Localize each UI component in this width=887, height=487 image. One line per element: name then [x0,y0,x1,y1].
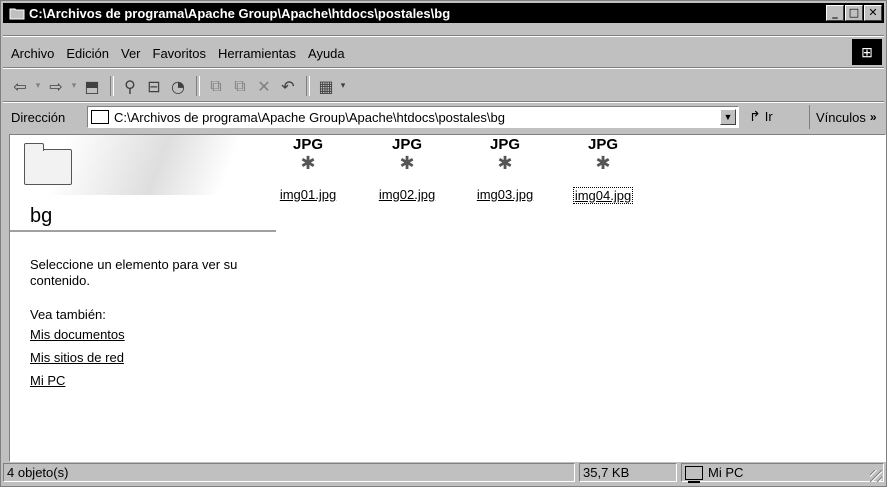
panel-prompt: Seleccione un elemento para ver su conte… [30,257,238,288]
folders-icon[interactable]: ⊟ [143,75,165,97]
standard-toolbar: ⇦ ▾ ⇨ ▾ ⬒ ⚲ ⊟ ◔ ⧉ ⧉ ✕ ↶ ▦ ▾ [9,73,349,99]
up-folder-icon[interactable]: ⬒ [81,75,103,97]
computer-icon [685,465,703,483]
status-location-label: Mi PC [708,465,744,480]
links-button[interactable]: Vínculos » [809,105,877,129]
links-label: Vínculos [816,109,866,125]
toolbar-separator [306,76,310,96]
title-bar[interactable]: C:\Archivos de programa\Apache Group\Apa… [3,3,884,23]
file-type-label: JPG [489,136,520,153]
go-arrow-icon: ↱ [749,108,761,124]
jpg-file-icon: JPG ✱ [288,137,328,175]
back-dropdown-icon[interactable]: ▾ [33,75,43,97]
band-divider [3,67,884,69]
history-icon[interactable]: ◔ [167,75,189,97]
folder-name: bg [30,205,53,227]
move-to-icon[interactable]: ⧉ [205,75,227,97]
web-view-panel: bg Seleccione un elemento para ver su co… [10,135,278,461]
windows-logo-icon: ⊞ [852,39,882,65]
folder-icon [9,8,25,20]
address-input[interactable]: C:\Archivos de programa\Apache Group\Apa… [87,106,739,128]
image-glyph-icon: ✱ [497,153,513,173]
delete-icon[interactable]: ✕ [253,75,275,97]
go-label: Ir [764,109,773,124]
search-icon[interactable]: ⚲ [119,75,141,97]
views-dropdown-icon[interactable]: ▾ [339,75,347,97]
band-divider [3,101,884,103]
status-size: 35,7 KB [579,463,677,482]
link-mis-sitios-de-red[interactable]: Mis sitios de red [30,350,124,365]
forward-dropdown-icon[interactable]: ▾ [69,75,79,97]
file-type-label: JPG [292,136,323,153]
maximize-button[interactable]: □ [845,5,863,21]
image-glyph-icon: ✱ [595,153,611,173]
status-bar: 4 objeto(s) 35,7 KB Mi PC [3,463,884,484]
file-name[interactable]: img04.jpg [572,187,634,204]
toolbar-separator [196,76,200,96]
back-icon[interactable]: ⇦ [9,75,31,97]
file-name[interactable]: img01.jpg [279,187,337,202]
status-location: Mi PC [681,463,884,483]
folder-name-underline [10,230,276,232]
file-type-label: JPG [587,136,618,153]
chevron-right-icon: » [869,110,877,124]
file-item-selected[interactable]: JPG ✱ img04.jpg [563,137,643,209]
undo-icon[interactable]: ↶ [277,75,299,97]
folder-icon [91,110,109,124]
image-glyph-icon: ✱ [300,153,316,173]
window-title: C:\Archivos de programa\Apache Group\Apa… [29,5,451,21]
status-count: 4 objeto(s) [3,463,575,482]
copy-to-icon[interactable]: ⧉ [229,75,251,97]
jpg-file-icon: JPG ✱ [485,137,525,175]
menu-archivo[interactable]: Archivo [11,46,54,61]
address-value[interactable]: C:\Archivos de programa\Apache Group\Apa… [114,110,505,125]
jpg-file-icon: JPG ✱ [387,137,427,175]
file-name[interactable]: img02.jpg [378,187,436,202]
image-glyph-icon: ✱ [399,153,415,173]
menu-favoritos[interactable]: Favoritos [153,46,206,61]
menu-herramientas[interactable]: Herramientas [218,46,296,61]
close-button[interactable]: ✕ [864,5,882,21]
explorer-window: C:\Archivos de programa\Apache Group\Apa… [0,0,887,487]
see-also-label: Vea también: [30,307,106,322]
file-name[interactable]: img03.jpg [476,187,534,202]
link-mi-pc[interactable]: Mi PC [30,373,65,388]
address-label: Dirección [11,109,66,125]
file-item[interactable]: JPG ✱ img02.jpg [367,137,447,209]
minimize-button[interactable]: _ [826,5,844,21]
toolbar-separator [110,76,114,96]
file-item[interactable]: JPG ✱ img03.jpg [465,137,545,209]
menu-ver[interactable]: Ver [121,46,141,61]
go-button[interactable]: ↱ Ir [749,108,773,125]
band-divider [3,35,884,37]
file-item[interactable]: JPG ✱ img01.jpg [268,137,348,209]
menu-bar: Archivo Edición Ver Favoritos Herramient… [3,41,349,65]
file-type-label: JPG [391,136,422,153]
link-mis-documentos[interactable]: Mis documentos [30,327,125,342]
menu-edicion[interactable]: Edición [66,46,109,61]
views-icon[interactable]: ▦ [315,75,337,97]
address-dropdown-button[interactable]: ▼ [720,109,736,125]
menu-ayuda[interactable]: Ayuda [308,46,345,61]
address-bar: Dirección C:\Archivos de programa\Apache… [3,105,884,129]
jpg-file-icon: JPG ✱ [583,137,623,175]
resize-grip[interactable] [870,470,882,482]
forward-icon[interactable]: ⇨ [45,75,67,97]
file-view[interactable]: bg Seleccione un elemento para ver su co… [9,134,886,462]
large-folder-icon [24,143,72,185]
